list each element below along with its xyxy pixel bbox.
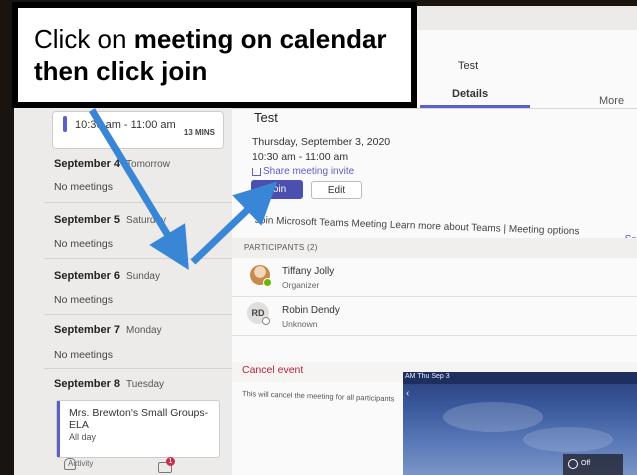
instruction-callout: Click on meeting on calendar then click … [12,2,417,108]
arrow-to-calendar [89,108,189,270]
arrow-to-join [190,181,278,265]
instruction-text: Click on meeting on calendar then click … [34,24,387,86]
